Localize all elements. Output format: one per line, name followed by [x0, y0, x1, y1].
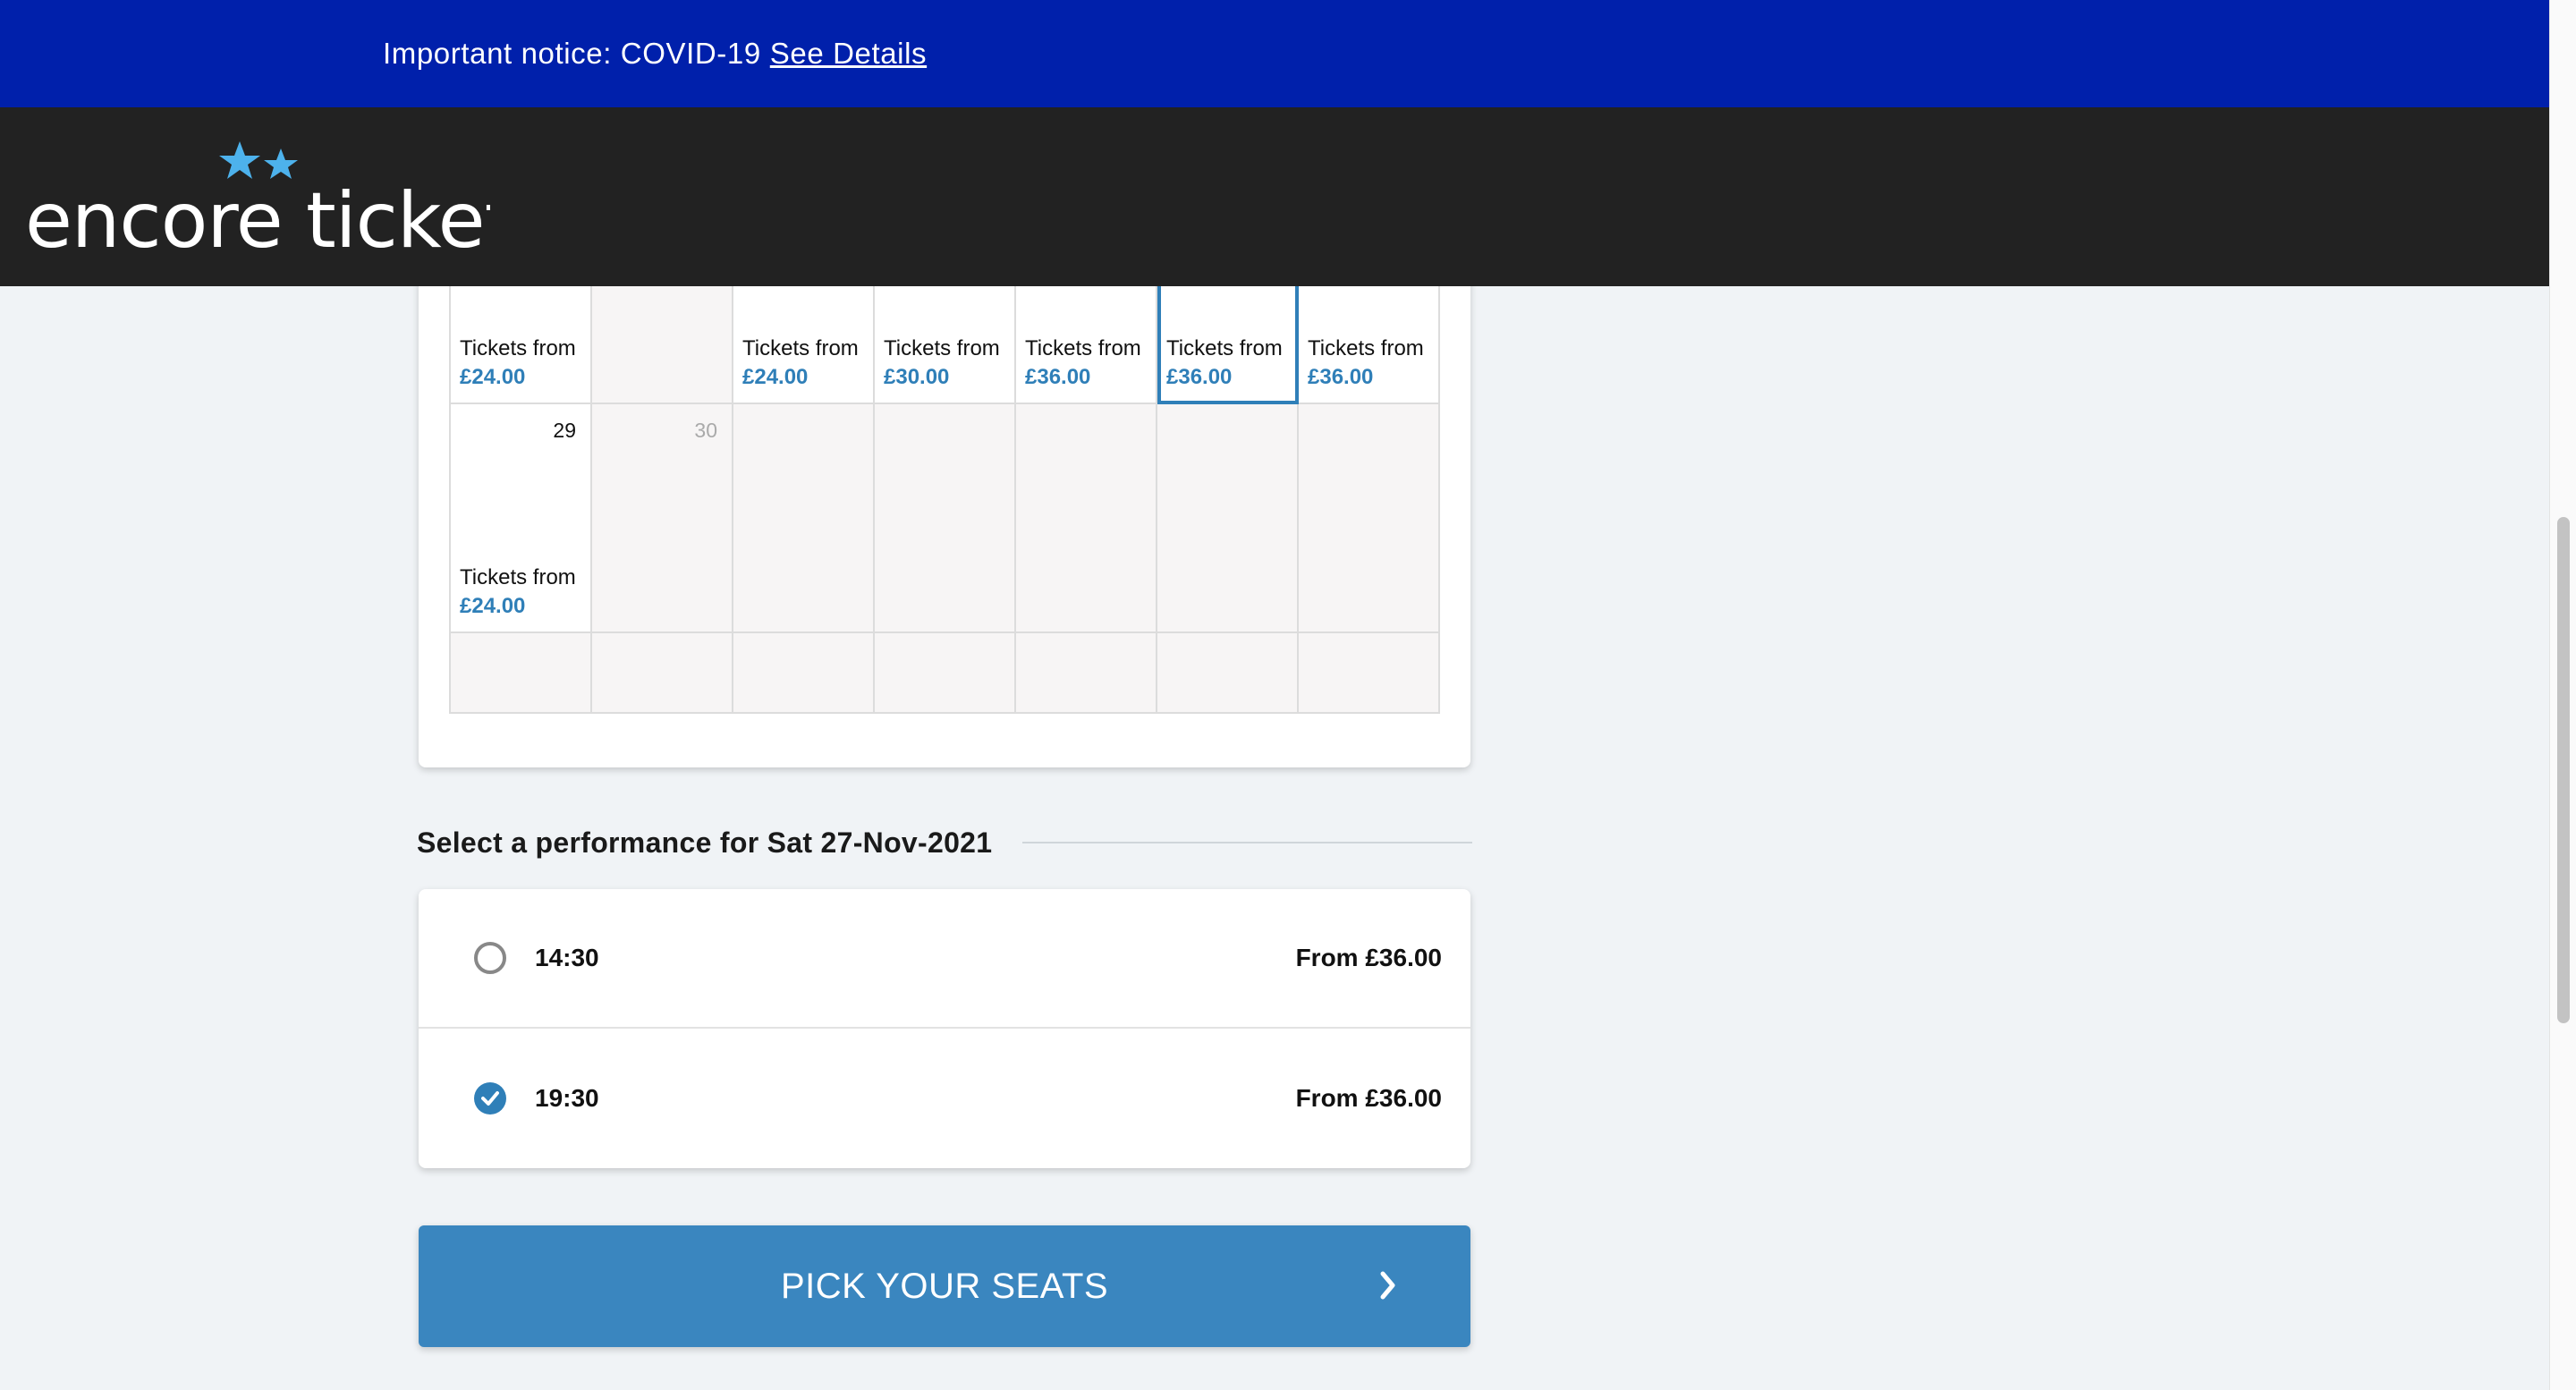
notice-text: Important notice: COVID-19 [383, 37, 761, 70]
calendar-empty-cell [1016, 633, 1157, 714]
ticket-price: Tickets from £36.00 [1308, 335, 1424, 392]
chevron-right-icon [1380, 1271, 1395, 1300]
tickets-from-label: Tickets from [460, 336, 576, 360]
calendar-empty-cell [733, 633, 875, 714]
tickets-from-label: Tickets from [884, 336, 1000, 360]
vertical-scrollbar[interactable] [2549, 0, 2576, 1390]
calendar-grid: Tickets from £24.00 Tickets from £24.00 … [449, 215, 1440, 714]
tickets-from-label: Tickets from [1025, 336, 1141, 360]
price-amount: £30.00 [884, 365, 950, 389]
tickets-from-label: Tickets from [742, 336, 859, 360]
radio-unchecked-icon[interactable] [474, 942, 506, 974]
calendar-day-cell-unavailable: 30 [592, 404, 733, 633]
performance-option[interactable]: 14:30 From £36.00 [419, 889, 1470, 1029]
radio-checked-icon[interactable] [474, 1082, 506, 1115]
ticket-price: Tickets from £30.00 [884, 335, 1000, 392]
page: Tickets from £24.00 Tickets from £24.00 … [0, 0, 2549, 1390]
performance-option-selected[interactable]: 19:30 From £36.00 [419, 1029, 1470, 1168]
logo-star-icon [219, 141, 260, 179]
covid-notice-bar: Important notice: COVID-19 See Details [0, 0, 2549, 107]
logo-star-icon [264, 148, 298, 179]
heading-divider [1022, 842, 1472, 843]
calendar-empty-cell [1016, 404, 1157, 633]
tickets-from-label: Tickets from [460, 565, 576, 589]
performance-time: 14:30 [535, 944, 599, 971]
scrollbar-thumb[interactable] [2557, 517, 2570, 1023]
calendar-empty-cell [875, 404, 1016, 633]
price-amount: £24.00 [460, 365, 526, 389]
price-amount: £36.00 [1025, 365, 1091, 389]
calendar-empty-cell [1157, 404, 1299, 633]
day-number: 29 [553, 419, 576, 442]
ticket-price: Tickets from £24.00 [460, 335, 576, 392]
calendar-empty-cell [733, 404, 875, 633]
pick-your-seats-label: PICK YOUR SEATS [780, 1266, 1109, 1306]
price-amount: £24.00 [460, 594, 526, 618]
pick-your-seats-button[interactable]: PICK YOUR SEATS [419, 1225, 1470, 1347]
calendar-empty-cell [592, 633, 733, 714]
calendar-day-cell[interactable]: 29 Tickets from £24.00 [451, 404, 592, 633]
performance-list: 14:30 From £36.00 19:30 From £36.00 [419, 889, 1470, 1168]
calendar-empty-cell [875, 633, 1016, 714]
calendar-empty-cell [1299, 404, 1440, 633]
site-header: encore tickets [0, 107, 2549, 286]
performance-heading: Select a performance for Sat 27-Nov-2021 [417, 823, 1472, 862]
calendar-empty-cell [1157, 633, 1299, 714]
checkmark-icon [481, 1091, 499, 1106]
encore-tickets-logo[interactable]: encore tickets [25, 140, 490, 256]
calendar-empty-cell [451, 633, 592, 714]
price-amount: £36.00 [1166, 365, 1233, 389]
calendar-card: Tickets from £24.00 Tickets from £24.00 … [419, 215, 1470, 767]
performance-heading-text: Select a performance for Sat 27-Nov-2021 [417, 826, 993, 859]
price-amount: £36.00 [1308, 365, 1374, 389]
calendar-empty-cell [1299, 633, 1440, 714]
ticket-price: Tickets from £36.00 [1025, 335, 1141, 392]
performance-price: From £36.00 [1295, 944, 1442, 971]
logo-wordmark: encore tickets [25, 176, 490, 256]
price-amount: £24.00 [742, 365, 809, 389]
ticket-price: Tickets from £24.00 [742, 335, 859, 392]
ticket-price: Tickets from £36.00 [1166, 335, 1283, 392]
ticket-price: Tickets from £24.00 [460, 564, 576, 621]
day-number: 30 [694, 419, 717, 442]
performance-price: From £36.00 [1295, 1084, 1442, 1112]
performance-time: 19:30 [535, 1084, 599, 1112]
tickets-from-label: Tickets from [1166, 336, 1283, 360]
see-details-link[interactable]: See Details [770, 37, 927, 71]
tickets-from-label: Tickets from [1308, 336, 1424, 360]
